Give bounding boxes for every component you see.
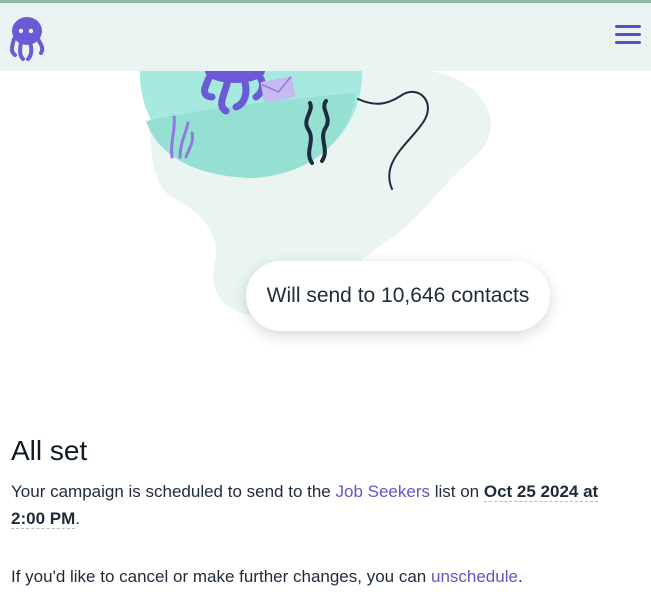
list-link[interactable]: Job Seekers	[335, 482, 430, 501]
note-end-text: .	[517, 567, 523, 586]
schedule-summary: Your campaign is scheduled to send to th…	[11, 478, 631, 532]
octopus-logo-icon[interactable]	[8, 15, 48, 63]
unschedule-note: If you'd like to cancel or make further …	[11, 563, 631, 590]
recipient-count-bubble: Will send to 10,646 contacts	[246, 261, 550, 331]
scheduled-illustration: Will send to 10,646 contacts	[0, 59, 651, 331]
note-prefix-text: If you'd like to cancel or make further …	[11, 567, 431, 586]
hamburger-menu-icon[interactable]	[615, 25, 641, 49]
summary-prefix-text: Your campaign is scheduled to send to th…	[11, 482, 336, 501]
confirmation-section: All set Your campaign is scheduled to se…	[11, 432, 631, 590]
menu-bar-line	[615, 41, 641, 44]
summary-end-text: .	[75, 509, 80, 528]
recipient-count-text: Will send to 10,646 contacts	[266, 284, 530, 307]
menu-bar-line	[615, 25, 641, 28]
summary-mid-text: list on	[429, 482, 484, 501]
page-title: All set	[11, 435, 88, 466]
app-header	[0, 3, 651, 71]
unschedule-link[interactable]: unschedule	[431, 567, 518, 586]
menu-bar-line	[615, 33, 641, 36]
